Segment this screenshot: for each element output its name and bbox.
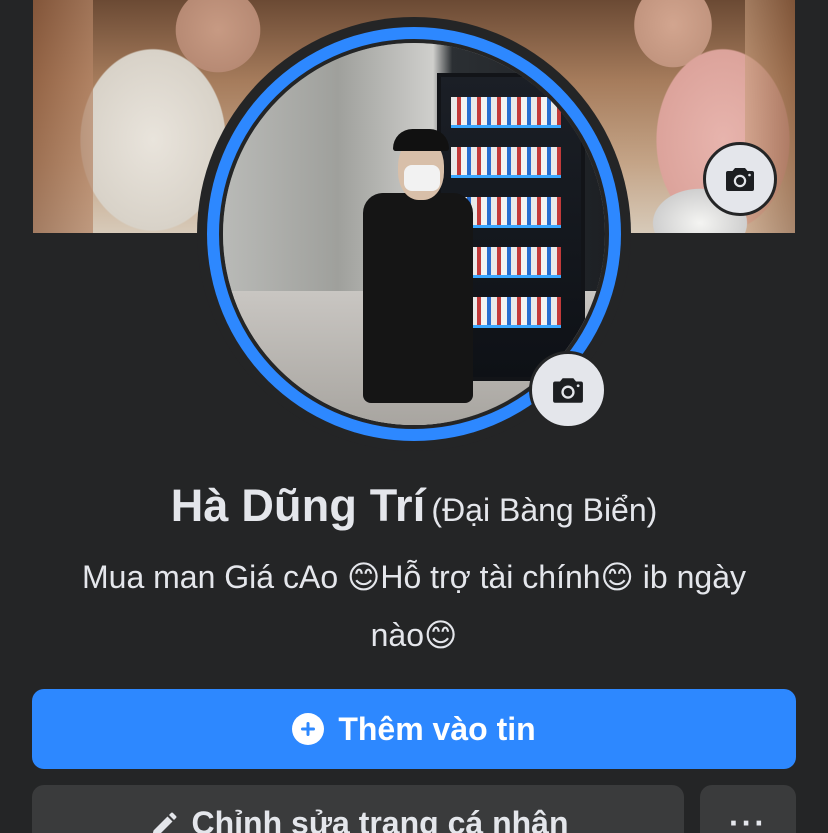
more-options-button[interactable]: ··· — [700, 785, 796, 833]
profile-name-text: Hà Dũng Trí — [170, 480, 426, 531]
cover-photo-detail — [33, 0, 93, 233]
profile-name: Hà Dũng Trí (Đại Bàng Biển) — [0, 480, 828, 532]
avatar-photo-detail — [393, 129, 449, 151]
more-icon: ··· — [729, 805, 767, 833]
profile-alternate-name: (Đại Bàng Biển) — [431, 492, 658, 528]
edit-avatar-button[interactable] — [529, 351, 607, 429]
avatar-photo-detail — [363, 193, 473, 403]
avatar-photo-detail — [404, 165, 440, 191]
camera-icon — [552, 376, 584, 404]
avatar-photo-detail — [451, 147, 561, 178]
profile-bio-line: Mua man Giá cAo 😊Hỗ trợ tài chính😊 ib ng… — [82, 559, 746, 595]
pencil-icon — [148, 811, 178, 833]
profile-bio-line: nào😊 — [370, 617, 458, 653]
add-to-story-label: Thêm vào tin — [338, 710, 536, 747]
edit-profile-label: Chỉnh sửa trang cá nhân — [191, 805, 569, 833]
camera-icon — [725, 166, 755, 192]
add-to-story-button[interactable]: Thêm vào tin — [32, 689, 796, 769]
avatar-photo-detail — [451, 97, 561, 128]
edit-cover-photo-button[interactable] — [703, 142, 777, 216]
edit-profile-button[interactable]: Chỉnh sửa trang cá nhân — [32, 785, 684, 833]
plus-circle-icon — [292, 713, 325, 745]
profile-page: Hà Dũng Trí (Đại Bàng Biển) Mua man Giá c… — [0, 0, 828, 833]
profile-bio: Mua man Giá cAo 😊Hỗ trợ tài chính😊 ib ng… — [40, 548, 788, 664]
